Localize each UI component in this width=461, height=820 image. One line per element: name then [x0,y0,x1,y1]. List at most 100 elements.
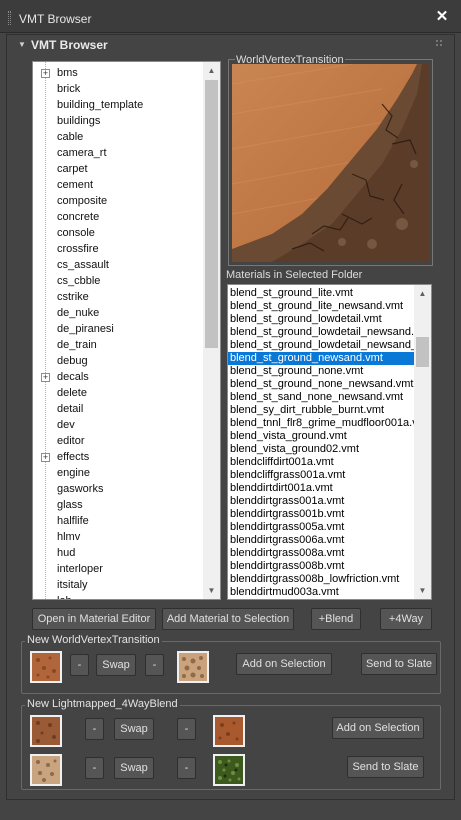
tree-item[interactable]: de_train [33,337,203,353]
material-list-item[interactable]: blend_sy_dirt_rubble_burnt.vmt [228,404,414,417]
tree-item-label: glass [57,499,83,511]
material-list-item[interactable]: blend_st_sand_none_newsand.vmt [228,391,414,404]
tree-item[interactable]: de_nuke [33,305,203,321]
scroll-thumb[interactable] [205,80,218,348]
fourway-send-to-slate-button[interactable]: Send to Slate [347,756,424,778]
wvt-texture-2-swatch[interactable] [177,651,209,683]
collapse-arrow-icon[interactable]: ▼ [18,40,26,49]
scroll-down-icon[interactable]: ▼ [203,582,220,599]
tree-item[interactable]: interloper [33,561,203,577]
material-list-item[interactable]: blend_st_ground_none.vmt [228,365,414,378]
tree-item[interactable]: dev [33,417,203,433]
expand-icon[interactable]: + [41,373,50,382]
expand-icon[interactable]: + [41,453,50,462]
tree-item[interactable]: glass [33,497,203,513]
tree-item[interactable]: + bms [33,65,203,81]
tree-item[interactable]: de_piranesi [33,321,203,337]
fourway-swap-button-2[interactable]: Swap [114,757,154,779]
material-list-item[interactable]: blendcliffdirt001a.vmt [228,456,414,469]
wvt-minus-button-1[interactable]: - [70,654,89,676]
scroll-down-icon[interactable]: ▼ [414,582,431,599]
tree-item[interactable]: detail [33,401,203,417]
scroll-up-icon[interactable]: ▲ [414,285,431,302]
wvt-add-on-selection-button[interactable]: Add on Selection [236,653,332,675]
tree-item[interactable]: cs_cbble [33,273,203,289]
material-list-item[interactable]: blendcliffgrass001a.vmt [228,469,414,482]
material-list-item[interactable]: blend_st_ground_lowdetail_newsand_ [228,339,414,352]
drag-grip-icon[interactable] [8,11,11,25]
material-list-item[interactable]: blend_st_ground_lowdetail.vmt [228,313,414,326]
material-list-item[interactable]: blenddirtgrass006a.vmt [228,534,414,547]
fourway-texture-2-swatch[interactable] [213,715,245,747]
fourway-minus-button-4[interactable]: - [177,757,196,779]
tree-item[interactable]: gasworks [33,481,203,497]
plus-4way-button[interactable]: +4Way [380,608,432,630]
fourway-swap-button-1[interactable]: Swap [114,718,154,740]
fourway-minus-button-3[interactable]: - [85,757,104,779]
scroll-up-icon[interactable]: ▲ [203,62,220,79]
tree-item[interactable]: cable [33,129,203,145]
tree-item[interactable]: concrete [33,209,203,225]
fourway-minus-button-2[interactable]: - [177,718,196,740]
tree-item[interactable]: cement [33,177,203,193]
tree-item[interactable]: hud [33,545,203,561]
tree-item[interactable]: composite [33,193,203,209]
fourway-minus-button-1[interactable]: - [85,718,104,740]
tree-item[interactable]: itsitaly [33,577,203,593]
tree-item[interactable]: console [33,225,203,241]
tree-item[interactable]: carpet [33,161,203,177]
material-list-item[interactable]: blenddirtgrass008b_lowfriction.vmt [228,573,414,586]
tree-item[interactable]: + decals [33,369,203,385]
tree-item[interactable]: + effects [33,449,203,465]
add-material-to-selection-button[interactable]: Add Material to Selection [162,608,294,630]
tree-item[interactable]: cs_assault [33,257,203,273]
rollout-grip-icon[interactable] [436,40,442,46]
tree-item[interactable]: brick [33,81,203,97]
tree-item[interactable]: delete [33,385,203,401]
tree-item[interactable]: engine [33,465,203,481]
material-list-item[interactable]: blend_st_ground_none_newsand.vmt [228,378,414,391]
materials-list[interactable]: blend_st_ground_lite.vmt blend_st_ground_… [227,284,432,600]
fourway-texture-3-swatch[interactable] [30,754,62,786]
materials-scrollbar[interactable]: ▲ ▼ [414,285,431,599]
wvt-swap-button[interactable]: Swap [96,654,136,676]
material-list-item[interactable]: blend_vista_ground02.vmt [228,443,414,456]
tree-item[interactable]: crossfire [33,241,203,257]
material-list-item[interactable]: blenddirtdirt001a.vmt [228,482,414,495]
material-list-item[interactable]: blend_st_ground_newsand.vmt [228,352,414,365]
material-list-item[interactable]: blend_st_ground_lite_newsand.vmt [228,300,414,313]
wvt-send-to-slate-button[interactable]: Send to Slate [361,653,437,675]
material-list-item[interactable]: blenddirtgrass008a.vmt [228,547,414,560]
tree-item[interactable]: buildings [33,113,203,129]
material-list-item[interactable]: blenddirtgrass008b.vmt [228,560,414,573]
material-list-item[interactable]: blend_st_ground_lite.vmt [228,287,414,300]
tree-item[interactable]: editor [33,433,203,449]
material-list-item[interactable]: blend_tnnl_flr8_grime_mudfloor001a.v [228,417,414,430]
open-in-material-editor-button[interactable]: Open in Material Editor [32,608,156,630]
expand-icon[interactable]: + [41,69,50,78]
tree-item[interactable]: hlmv [33,529,203,545]
folder-tree[interactable]: + bms brick building_template buildings cable… [32,61,221,600]
fourway-texture-4-swatch[interactable] [213,754,245,786]
material-list-item[interactable]: blenddirtgrass001a.vmt [228,495,414,508]
wvt-texture-1-swatch[interactable] [30,651,62,683]
tree-item[interactable]: halflife [33,513,203,529]
material-list-item[interactable]: blenddirtgrass001b.vmt [228,508,414,521]
material-list-item[interactable]: blend_st_ground_lowdetail_newsand. [228,326,414,339]
fourway-add-on-selection-button[interactable]: Add on Selection [332,717,424,739]
scroll-thumb[interactable] [416,337,429,367]
material-list-item[interactable]: blenddirtgrass005a.vmt [228,521,414,534]
tree-item[interactable]: debug [33,353,203,369]
tree-item[interactable]: cstrike [33,289,203,305]
wvt-minus-button-2[interactable]: - [145,654,164,676]
tree-item[interactable]: camera_rt [33,145,203,161]
tree-scrollbar[interactable]: ▲ ▼ [203,62,220,599]
fourway-texture-1-swatch[interactable] [30,715,62,747]
plus-blend-button[interactable]: +Blend [311,608,361,630]
material-list-item[interactable]: blenddirtmud003a.vmt [228,586,414,599]
tree-item[interactable]: building_template [33,97,203,113]
rollout-title[interactable]: VMT Browser [31,38,108,52]
close-icon[interactable]: ✕ [434,9,450,25]
tree-item[interactable]: lab [33,593,203,599]
material-list-item[interactable]: blend_vista_ground.vmt [228,430,414,443]
